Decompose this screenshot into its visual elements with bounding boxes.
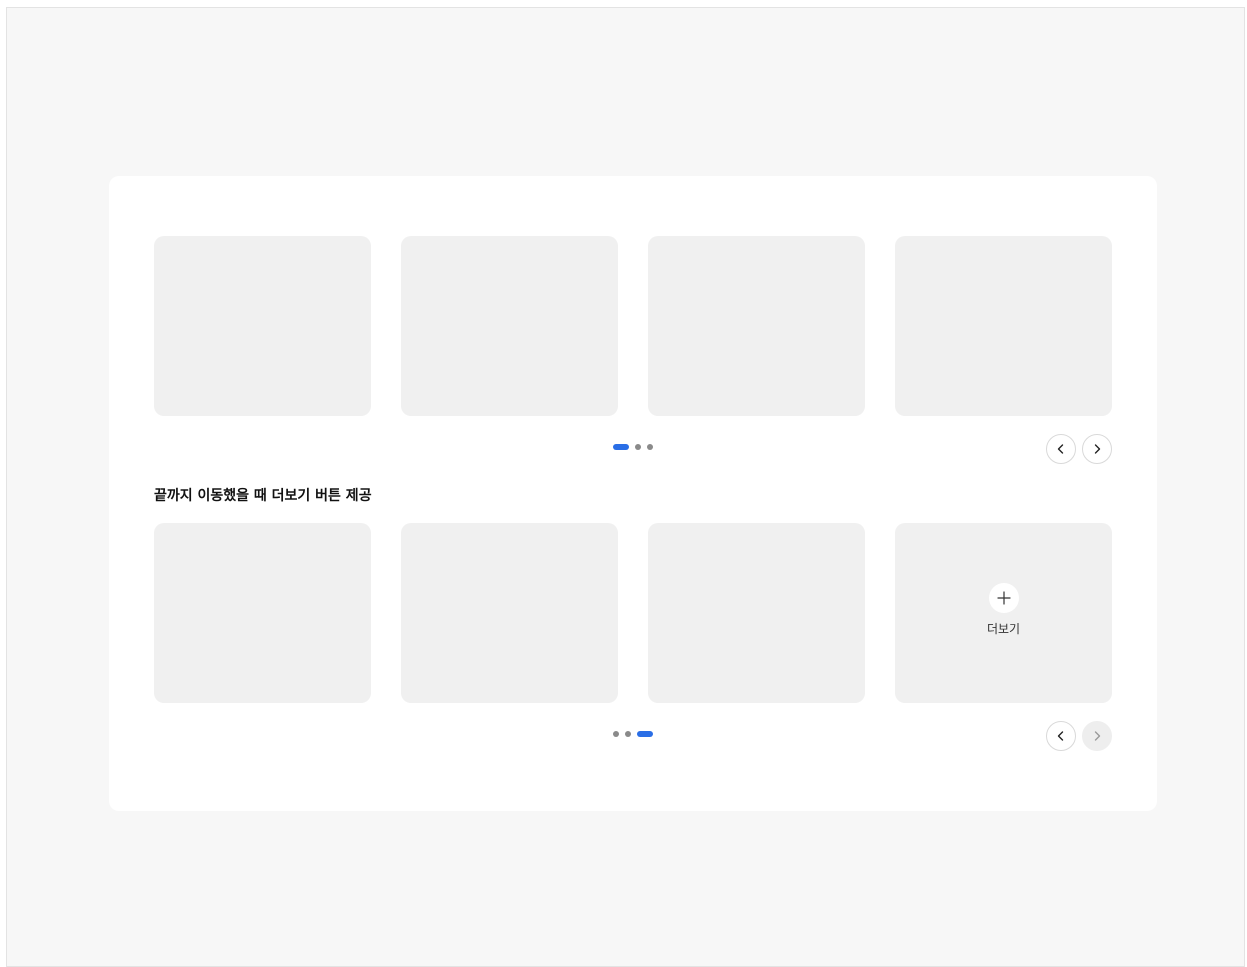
pagination-dots (613, 444, 653, 450)
carousel-bottom-controls (154, 721, 1112, 751)
pagination-dot[interactable] (635, 444, 641, 450)
chevron-left-icon (1057, 444, 1064, 454)
carousel-bottom-track: 더보기 (154, 523, 1112, 703)
more-label: 더보기 (986, 622, 1021, 636)
more-card-button[interactable]: 더보기 (895, 523, 1112, 703)
next-button-disabled[interactable] (1082, 721, 1112, 751)
pagination-dots (613, 731, 653, 737)
prev-button[interactable] (1046, 721, 1076, 751)
next-button[interactable] (1082, 434, 1112, 464)
pagination-dot[interactable] (647, 444, 653, 450)
carousel-card[interactable] (401, 236, 618, 416)
carousel-card[interactable] (401, 523, 618, 703)
chevron-right-icon (1094, 444, 1101, 454)
section-title: 끝까지 이동했을 때 더보기 버튼 제공 (154, 488, 372, 504)
carousel-card[interactable] (648, 523, 865, 703)
carousel-nav (1046, 434, 1112, 464)
plus-icon (996, 591, 1011, 605)
carousel-card[interactable] (895, 236, 1112, 416)
carousel-panel: 끝까지 이동했을 때 더보기 버튼 제공 더보기 (109, 176, 1157, 811)
plus-icon-circle (988, 583, 1019, 613)
chevron-right-icon (1094, 731, 1101, 741)
carousel-card[interactable] (154, 236, 371, 416)
page-frame: 끝까지 이동했을 때 더보기 버튼 제공 더보기 (6, 7, 1245, 967)
pagination-dot-active[interactable] (613, 444, 629, 450)
pagination-dot-active[interactable] (637, 731, 653, 737)
carousel-top-track (154, 236, 1112, 416)
chevron-left-icon (1057, 731, 1064, 741)
carousel-top (154, 236, 1112, 464)
carousel-top-controls (154, 434, 1112, 464)
pagination-dot[interactable] (613, 731, 619, 737)
carousel-card[interactable] (154, 523, 371, 703)
carousel-card[interactable] (648, 236, 865, 416)
carousel-bottom: 더보기 (154, 523, 1112, 751)
pagination-dot[interactable] (625, 731, 631, 737)
carousel-nav (1046, 721, 1112, 751)
prev-button[interactable] (1046, 434, 1076, 464)
